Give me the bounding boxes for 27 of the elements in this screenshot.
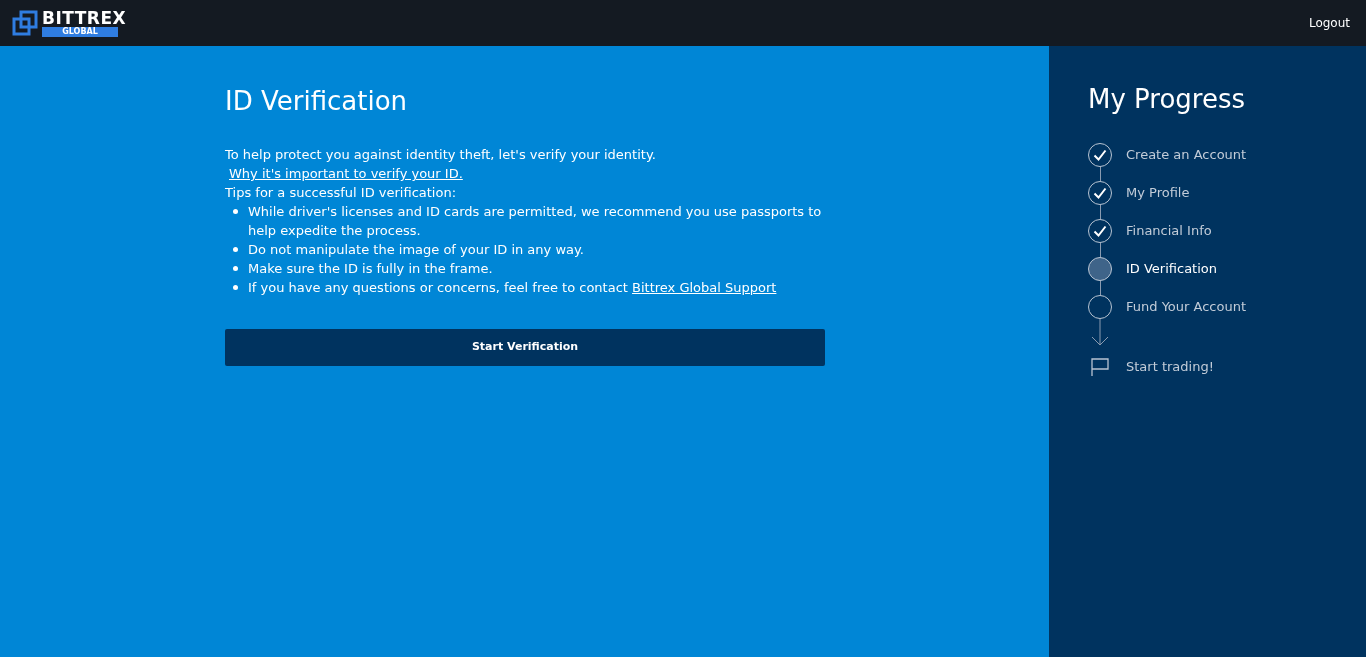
support-link[interactable]: Bittrex Global Support [632,280,777,296]
why-verify-link[interactable]: Why it's important to verify your ID. [229,166,463,182]
intro-text: To help protect you against identity theft, let's verify your identity. [225,146,657,165]
bullet-icon [233,247,238,253]
bullet-icon [233,285,238,291]
tips-heading: Tips for a successful ID verification: [225,184,458,203]
step-label: My Profile [1126,184,1190,203]
arrow-down-icon [1090,319,1110,348]
step-label: Financial Info [1126,222,1212,241]
bullet-icon [233,209,238,215]
step-label: ID Verification [1126,260,1218,279]
logo-wordmark: BITTREX [42,9,127,27]
progress-title: My Progress [1088,84,1247,116]
step-label: Fund Your Account [1126,298,1246,317]
logo-subtitle: GLOBAL [42,27,118,37]
tip-text: Make sure the ID is fully in the frame. [248,260,493,279]
tip-text: Do not manipulate the image of your ID in any way. [248,241,584,260]
finish-label: Start trading! [1126,358,1214,377]
bullet-icon [233,266,238,272]
flag-icon [1090,357,1110,378]
tip-text: While driver's licenses and ID cards are permitted, we recommend you use passports to help expedite the process. [248,203,823,241]
start-verification-button[interactable]: Start Verification [225,329,825,367]
logo-icon [12,10,38,36]
page-title: ID Verification [225,86,409,118]
tip-text: If you have any questions or concerns, feel free to contact Bittrex Global Support [248,279,777,298]
step-label: Create an Account [1126,146,1247,165]
logout-link[interactable]: Logout [1308,14,1350,32]
